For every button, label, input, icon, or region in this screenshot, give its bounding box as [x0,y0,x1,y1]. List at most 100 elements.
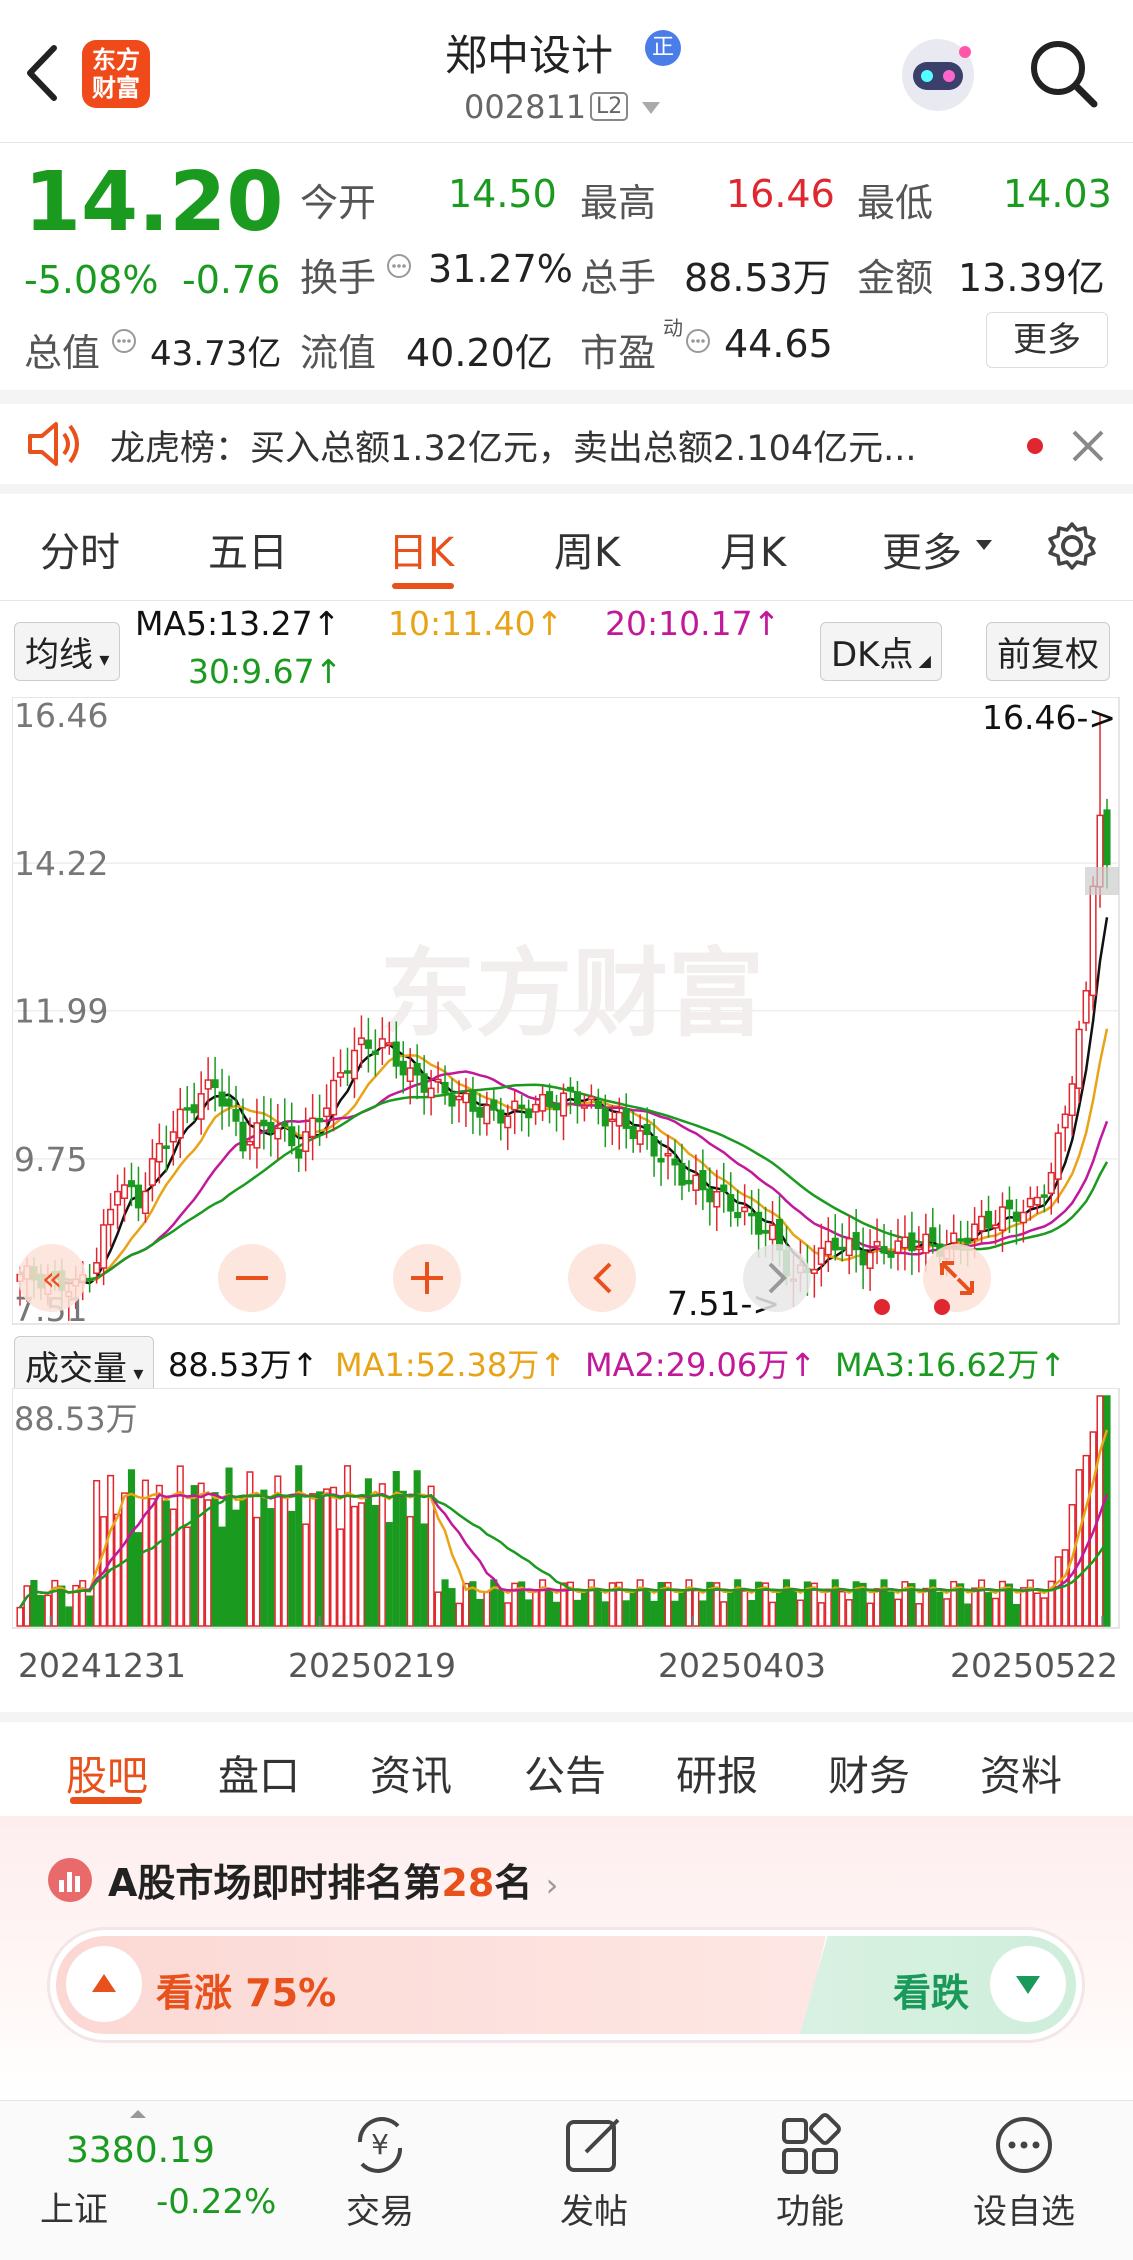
candle-body [120,1184,129,1199]
volume-bar [741,1590,749,1627]
dk-point-button[interactable]: DK点 ◢ [820,622,942,681]
tab-forum[interactable]: 股吧 [66,1742,148,1802]
kline-chart[interactable]: 东方财富 16.4614.2211.999.757.51 16.46-> 7.5… [12,697,1120,1325]
candle-body [1047,1171,1055,1195]
tab-week-k[interactable]: 周K [554,520,620,578]
tab-more[interactable]: 更多 [882,520,962,578]
tab-profile[interactable]: 资料 [980,1742,1062,1802]
tab-day-k[interactable]: 日K [388,520,454,578]
candle-body [859,1250,867,1266]
tab-month-k[interactable]: 月K [720,520,786,578]
more-button[interactable]: 更多 [986,312,1108,368]
tab-announcements[interactable]: 公告 [524,1742,606,1802]
adjust-forward-button[interactable]: 前复权 [986,622,1110,681]
index-value[interactable]: 3380.19 [66,2130,215,2171]
candle-body [127,1180,136,1188]
tab-financials[interactable]: 财务 [828,1742,910,1802]
volume-bar [984,1592,993,1627]
expand-up-icon[interactable] [128,2108,148,2120]
nav-add-watchlist-label: 设自选 [973,2192,1075,2232]
low-label: 最低 [857,181,934,225]
robot-avatar-icon[interactable] [895,32,981,118]
candle-body [169,1131,177,1143]
candle-body [274,1127,282,1140]
level2-badge[interactable]: L2 [590,92,629,121]
settings-gear-icon[interactable] [1046,520,1098,572]
info-circle-icon[interactable] [110,327,138,355]
volume-ma1: MA1:52.38万↑ [335,1346,567,1384]
fullscreen-button[interactable] [923,1244,991,1312]
candle-body [1061,1113,1069,1129]
volume-selector-label: 成交量 [25,1349,127,1389]
info-circle-icon[interactable] [684,327,712,355]
tab-news[interactable]: 资讯 [370,1742,452,1802]
candle-body [734,1211,742,1219]
dropdown-triangle-icon[interactable] [640,100,662,116]
volume-bar [873,1588,881,1627]
chevron-left-icon[interactable] [22,42,62,104]
volume-bar [1040,1597,1048,1627]
scroll-left-button[interactable] [568,1244,636,1312]
candle-body [267,1121,275,1134]
candle-body [894,1240,902,1254]
volume-indicator-selector[interactable]: 成交量 ▾ [14,1336,155,1395]
change-percent: -5.08% [24,258,159,302]
bull-vote-button[interactable] [66,1946,142,2022]
volume-bar [678,1589,686,1627]
market-rank[interactable]: A股市场即时排名第28名 › [108,1852,558,1907]
close-icon[interactable] [1068,426,1108,466]
candle-body [134,1184,143,1209]
candle-body [629,1125,637,1140]
scroll-left-fast-button[interactable]: « [18,1244,86,1312]
ma-selector[interactable]: 均线 ▾ [14,622,121,681]
date-label: 20250219 [288,1646,456,1685]
candle-body [343,1070,352,1074]
volume-bar [23,1585,31,1627]
y-axis-label: 9.75 [14,1140,87,1179]
divider [0,1712,1133,1722]
candle-body [566,1086,575,1092]
candle-body [483,1104,491,1125]
search-icon[interactable] [1028,38,1100,110]
volume-bar [1061,1549,1069,1627]
zoom-in-button[interactable] [393,1244,461,1312]
candle-body [190,1104,198,1114]
volume-bar [720,1601,728,1627]
candle-body [525,1108,533,1119]
nav-trade-label: 交易 [346,2192,414,2232]
volume-chart[interactable]: 88.53万 [12,1388,1120,1634]
tab-minute[interactable]: 分时 [40,520,120,578]
volume-bar [455,1602,463,1627]
amount-label: 金额 [857,256,934,300]
edit-pencil-icon [566,2118,620,2172]
volume-bar [30,1579,38,1627]
scroll-right-button[interactable] [743,1244,811,1312]
tab-five-day[interactable]: 五日 [208,520,288,578]
candle-body [887,1251,895,1258]
max-price-marker: 16.46-> [982,698,1116,737]
grid-apps-icon [782,2113,841,2174]
verified-badge: 正 [645,30,681,66]
zoom-out-button[interactable] [218,1244,286,1312]
candle-body [350,1049,359,1080]
pe-value: 44.65 [724,322,833,366]
rank-suffix: 名 [494,1861,533,1905]
candle-body [908,1232,916,1252]
candle-body [413,1062,421,1076]
active-tab-underline [392,583,454,589]
candle-body [845,1238,853,1257]
volume-bar [323,1488,331,1627]
volume-bar [915,1603,923,1627]
tab-research[interactable]: 研报 [676,1742,758,1802]
info-circle-icon[interactable] [385,252,413,280]
candle-body [741,1206,749,1213]
eastmoney-logo[interactable]: 东方 财富 [82,40,150,108]
date-label: 20250522 [950,1646,1118,1685]
volume-bar [817,1602,825,1627]
volume-bar [316,1491,324,1627]
bear-vote-button[interactable] [990,1946,1066,2022]
index-change: -0.22% [156,2182,277,2222]
notice-bar[interactable]: 龙虎榜：买入总额1.32亿元，卖出总额2.104亿元... [0,404,1133,484]
candle-body [824,1240,832,1256]
tab-orderbook[interactable]: 盘口 [218,1742,300,1802]
